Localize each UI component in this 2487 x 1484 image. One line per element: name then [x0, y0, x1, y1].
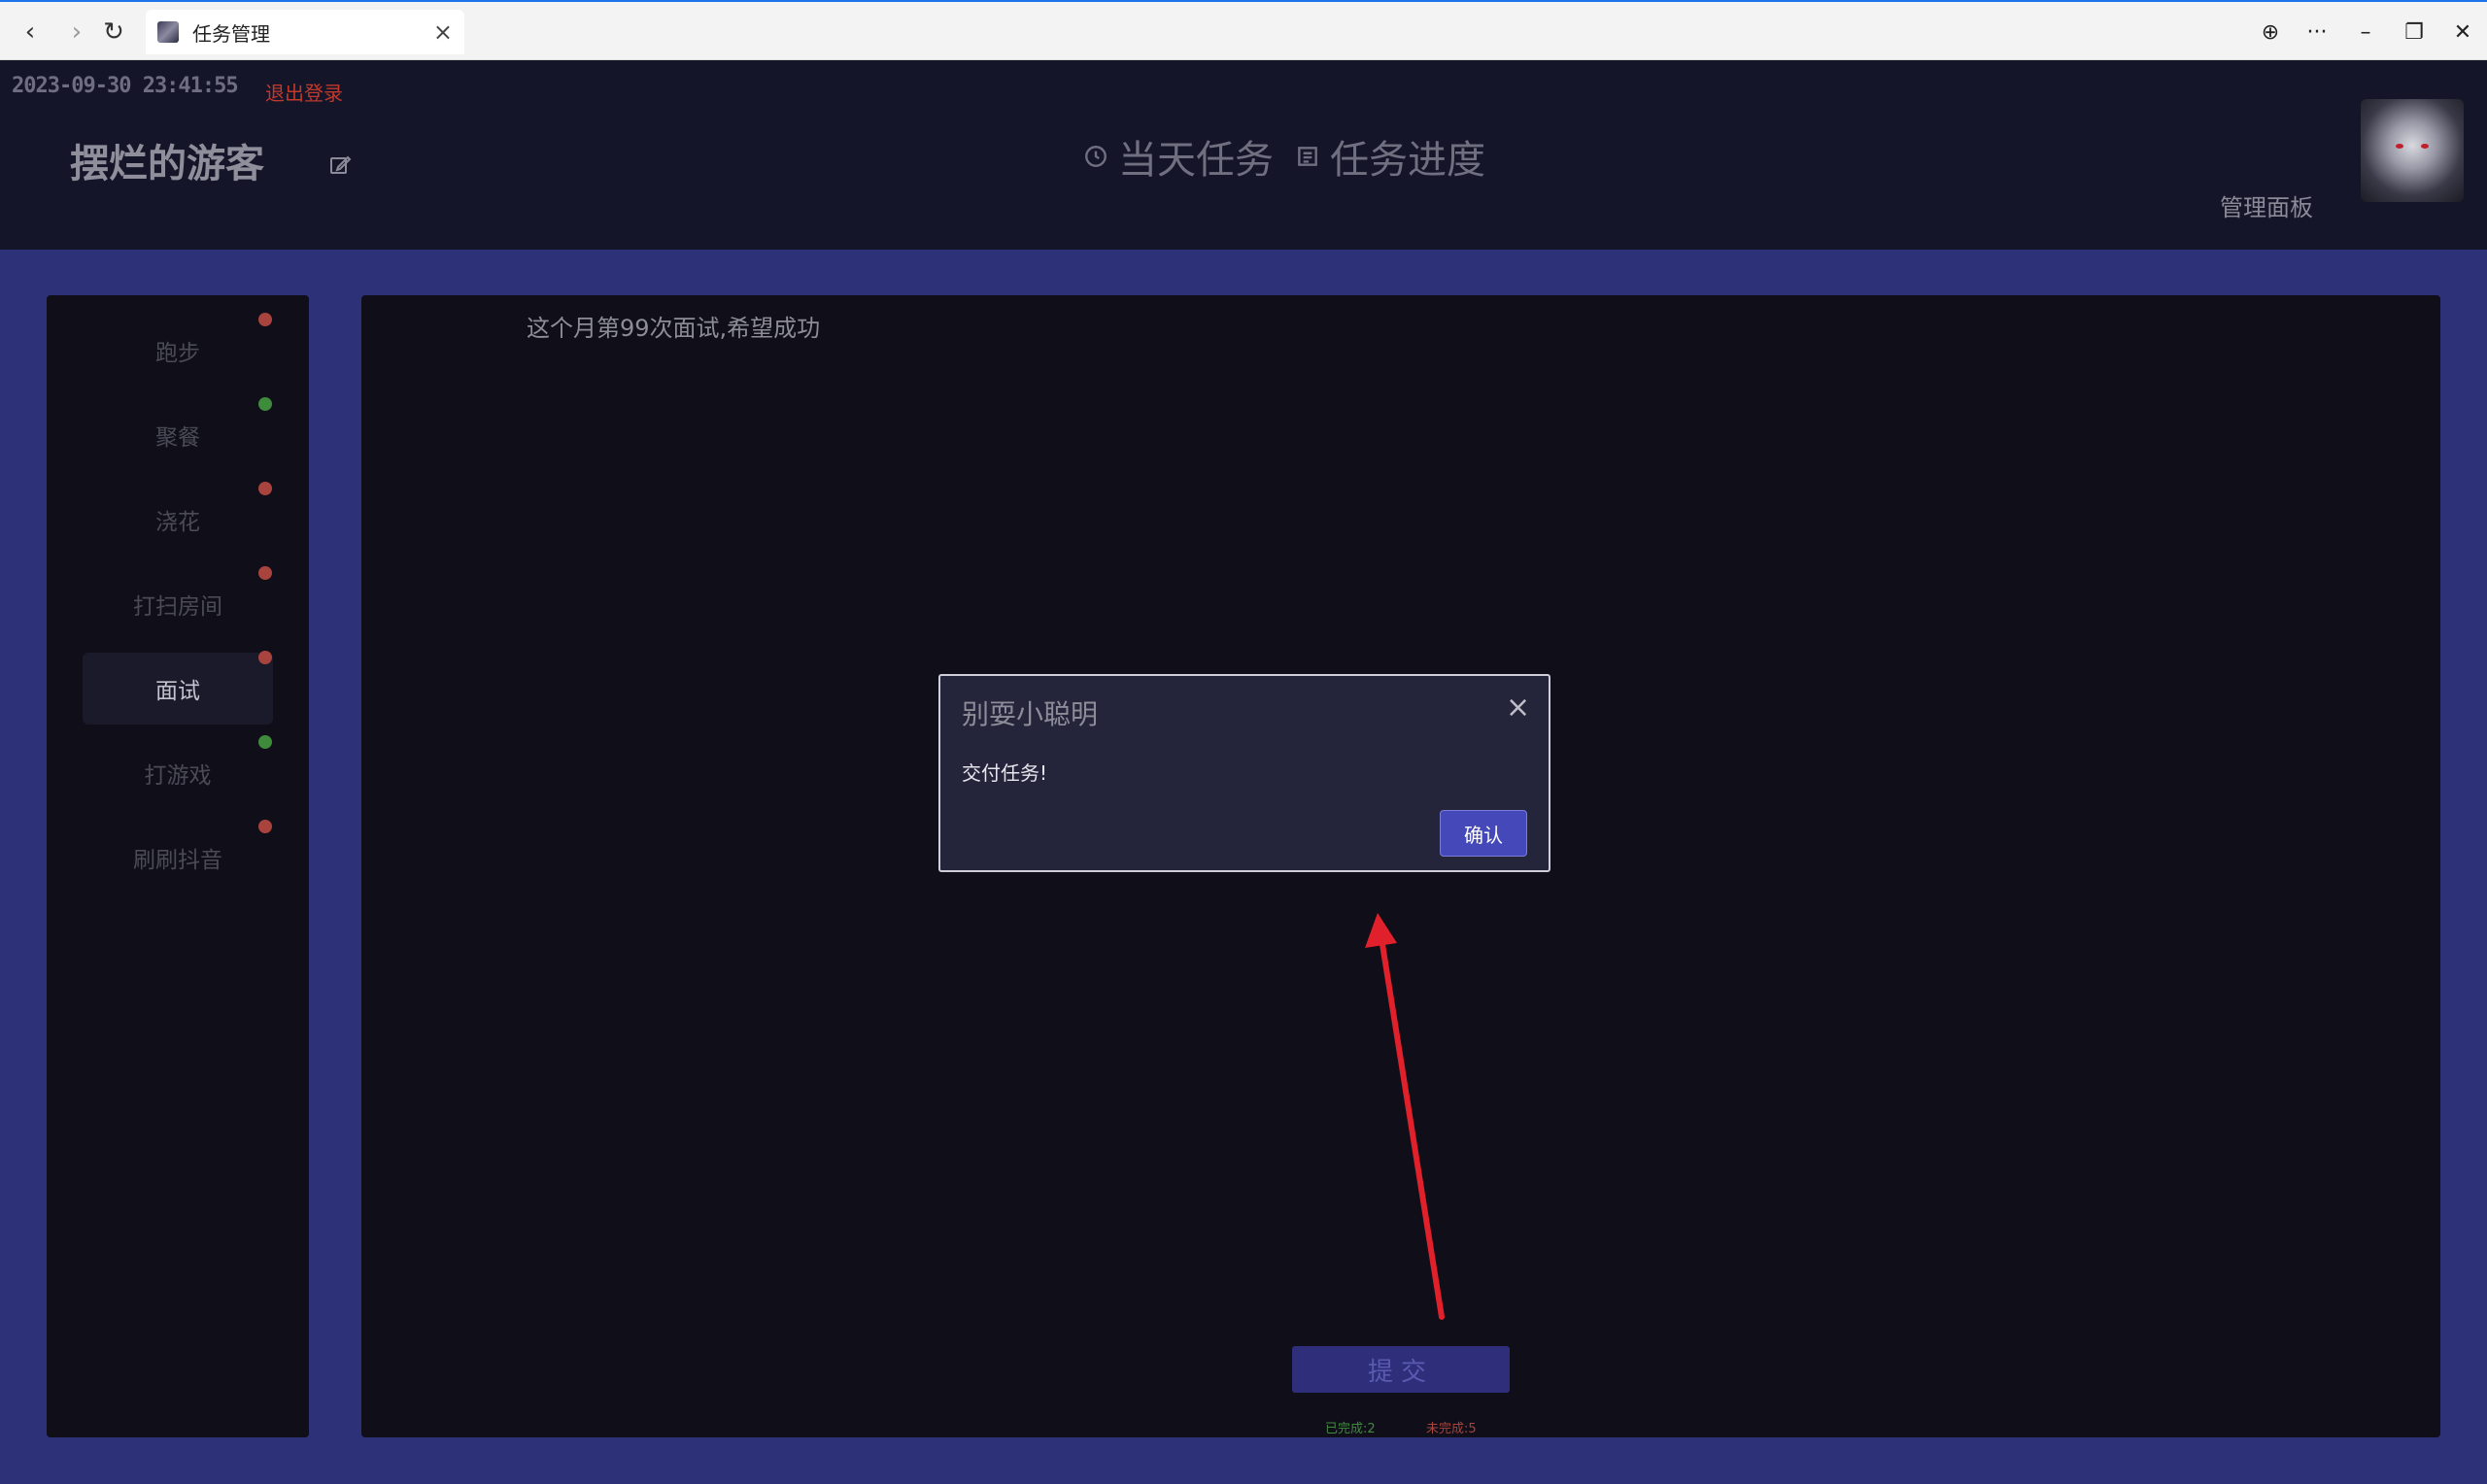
- task-sidebar: 跑步 聚餐 浇花 打扫房间 面试 打游戏 刷刷抖音: [47, 295, 309, 1437]
- completed-count: 已完成:2: [1325, 1422, 1376, 1436]
- submit-button[interactable]: 提交: [1292, 1346, 1510, 1393]
- dialog-title: 别耍小聪明: [962, 698, 1099, 730]
- dialog-message: 交付任务!: [962, 761, 1048, 785]
- tab-close-icon[interactable]: ×: [433, 18, 453, 46]
- avatar[interactable]: [2361, 99, 2464, 202]
- sidebar-item-play-games[interactable]: 打游戏: [83, 737, 273, 809]
- task-description: 这个月第99次面试,希望成功: [527, 315, 821, 342]
- tab-title: 任务管理: [192, 21, 270, 46]
- nav-task-progress-label: 任务进度: [1330, 138, 1485, 183]
- status-dot: [258, 651, 272, 664]
- nav-today-tasks[interactable]: 当天任务: [1083, 128, 1274, 185]
- logout-link[interactable]: 退出登录: [265, 78, 343, 106]
- edit-icon[interactable]: [328, 153, 352, 177]
- sidebar-item-douyin[interactable]: 刷刷抖音: [83, 822, 273, 894]
- close-icon[interactable]: ×: [1506, 693, 1530, 723]
- minimize-icon: –: [2360, 19, 2371, 45]
- avatar-detail: [2421, 144, 2429, 149]
- restore-icon: ❐: [2404, 19, 2424, 45]
- admin-panel-link[interactable]: 管理面板: [2220, 188, 2313, 222]
- sidebar-item-water-flowers[interactable]: 浇花: [83, 484, 273, 556]
- minimize-button[interactable]: –: [2349, 16, 2382, 49]
- globe-button[interactable]: ⊕: [2254, 16, 2287, 49]
- back-button[interactable]: ‹: [14, 16, 47, 49]
- browser-tab[interactable]: 任务管理 ×: [146, 10, 464, 54]
- close-window-button[interactable]: ✕: [2446, 16, 2479, 49]
- nav-today-tasks-label: 当天任务: [1118, 138, 1274, 183]
- nav-task-progress[interactable]: 任务进度: [1295, 128, 1485, 185]
- favicon-icon: [157, 21, 179, 43]
- sidebar-item-dinner[interactable]: 聚餐: [83, 399, 273, 471]
- reload-icon: ↻: [103, 17, 124, 47]
- avatar-detail: [2396, 144, 2403, 149]
- document-icon: [1298, 147, 1317, 166]
- reload-button[interactable]: ↻: [97, 16, 130, 49]
- restore-button[interactable]: ❐: [2398, 16, 2431, 49]
- username: 摆烂的游客: [70, 142, 264, 186]
- confirm-button[interactable]: 确认: [1440, 810, 1527, 857]
- chevron-left-icon: ‹: [24, 17, 36, 47]
- sidebar-item-interview[interactable]: 面试: [83, 653, 273, 725]
- forward-button[interactable]: ›: [60, 16, 93, 49]
- globe-icon: ⊕: [2261, 19, 2280, 45]
- browser-toolbar: ‹ › ↻ 任务管理 × ⊕ ··· – ❐ ✕: [0, 0, 2487, 60]
- sidebar-item-running[interactable]: 跑步: [83, 315, 273, 387]
- alert-dialog: 别耍小聪明 × 交付任务! 确认: [938, 674, 1550, 872]
- clock-icon: [1085, 146, 1107, 167]
- more-button[interactable]: ···: [2300, 16, 2334, 49]
- chevron-right-icon: ›: [71, 17, 83, 47]
- app-header: 2023-09-30 23:41:55 退出登录 摆烂的游客 当天任务 任务进度…: [0, 60, 2487, 250]
- sidebar-item-clean-room[interactable]: 打扫房间: [83, 568, 273, 640]
- top-nav: 当天任务 任务进度: [1083, 128, 1485, 185]
- close-icon: ✕: [2453, 19, 2472, 45]
- datetime: 2023-09-30 23:41:55: [12, 74, 239, 98]
- incomplete-count: 未完成:5: [1426, 1422, 1477, 1436]
- more-icon: ···: [2306, 19, 2328, 45]
